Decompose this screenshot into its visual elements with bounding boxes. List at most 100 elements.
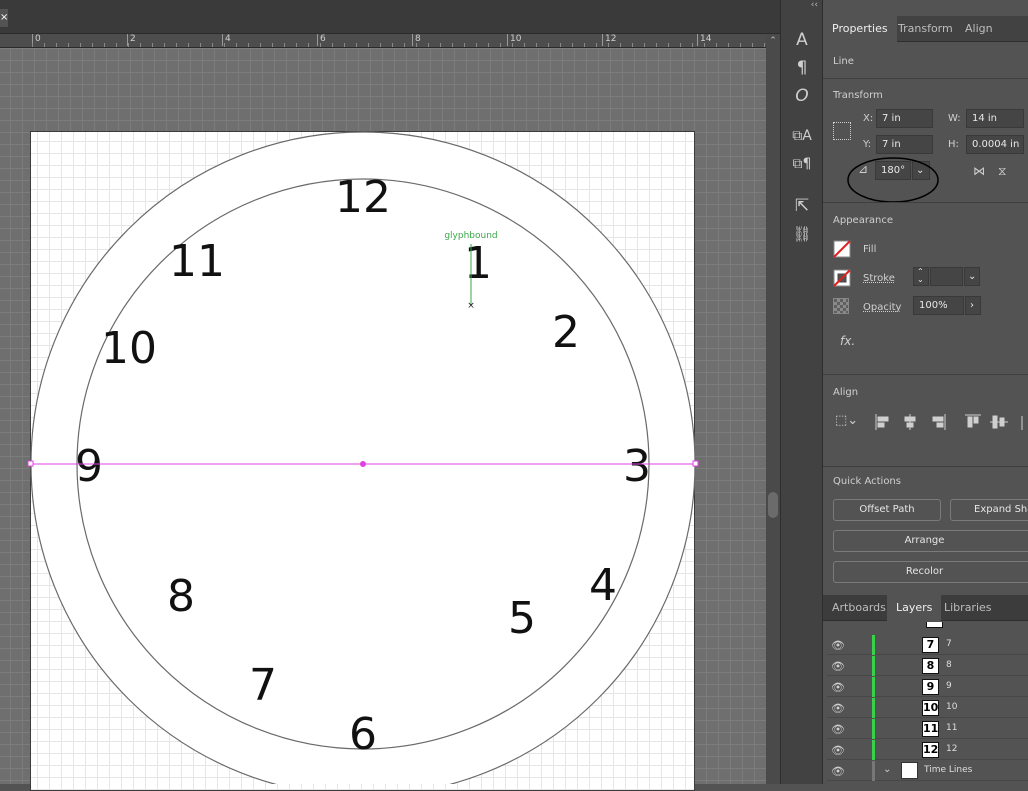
visibility-eye-icon[interactable]: 👁 bbox=[831, 702, 845, 715]
clock-number-10[interactable]: 10 bbox=[101, 323, 157, 374]
layer-row[interactable]: 👁 99 bbox=[827, 677, 1028, 697]
links-icon[interactable]: ⛓ bbox=[789, 222, 815, 246]
layers-list[interactable]: 👁 77 👁 88 👁 99 👁 10 10 👁 11 11 👁 12 12 👁 ⌄ … bbox=[827, 622, 1028, 784]
visibility-eye-icon[interactable]: 👁 bbox=[831, 765, 845, 778]
group-layer-name[interactable]: Time Lines bbox=[924, 765, 972, 775]
width-field[interactable]: 14 in bbox=[966, 109, 1024, 128]
ruler-minor-tick bbox=[188, 43, 189, 47]
stroke-weight-dropdown[interactable]: ⌄ bbox=[964, 267, 980, 286]
layer-row[interactable]: 👁 88 bbox=[827, 656, 1028, 676]
selection-handle-right[interactable] bbox=[692, 460, 699, 467]
clock-number-3[interactable]: 3 bbox=[623, 441, 651, 492]
ruler-minor-tick bbox=[344, 43, 345, 47]
layer-thumbnail-partial bbox=[926, 622, 943, 628]
collapse-panels-button[interactable]: ‹‹ bbox=[781, 0, 824, 14]
visibility-eye-icon[interactable]: 👁 bbox=[831, 681, 845, 694]
layer-name[interactable]: 7 bbox=[946, 639, 952, 649]
ruler-minor-tick bbox=[272, 43, 273, 47]
align-top-icon[interactable] bbox=[965, 414, 981, 428]
ruler-minor-tick bbox=[560, 43, 561, 47]
align-vertical-center-icon[interactable] bbox=[990, 415, 1008, 429]
character-styles-icon[interactable]: ⧉A bbox=[789, 124, 815, 148]
clock-number-1[interactable]: 1 bbox=[464, 238, 492, 289]
flip-vertical-icon[interactable]: ⧖ bbox=[998, 164, 1006, 179]
opacity-icon bbox=[833, 298, 849, 314]
scroll-up-arrow[interactable]: ⌃ bbox=[766, 34, 780, 48]
clock-number-9[interactable]: 9 bbox=[75, 441, 103, 492]
tab-libraries[interactable]: Libraries bbox=[935, 595, 1001, 621]
selection-center-point[interactable] bbox=[360, 461, 366, 467]
opacity-label[interactable]: Opacity bbox=[863, 302, 901, 313]
horizontal-ruler[interactable]: 0 2 4 6 8 10 12 14 bbox=[0, 34, 766, 48]
stroke-weight-stepper[interactable]: ⌃ ⌄ bbox=[913, 267, 929, 286]
layer-name[interactable]: 9 bbox=[946, 681, 952, 691]
x-position-field[interactable]: 7 in bbox=[876, 109, 933, 128]
offset-path-button[interactable]: Offset Path bbox=[833, 499, 941, 521]
layer-name[interactable]: 8 bbox=[946, 660, 952, 670]
ruler-tick-label: 6 bbox=[317, 34, 326, 46]
tab-properties[interactable]: Properties bbox=[823, 16, 897, 42]
ruler-minor-tick bbox=[656, 43, 657, 47]
visibility-eye-icon[interactable]: 👁 bbox=[831, 639, 845, 652]
clock-number-5[interactable]: 5 bbox=[508, 593, 536, 644]
ruler-minor-tick bbox=[296, 43, 297, 47]
layer-row[interactable]: 👁 77 bbox=[827, 635, 1028, 655]
character-panel-icon[interactable]: A bbox=[789, 28, 815, 52]
recolor-button[interactable]: Recolor bbox=[833, 561, 1028, 583]
visibility-eye-icon[interactable]: 👁 bbox=[831, 723, 845, 736]
clock-number-2[interactable]: 2 bbox=[552, 307, 580, 358]
align-left-icon[interactable] bbox=[875, 414, 889, 430]
opentype-panel-icon[interactable]: O bbox=[789, 84, 815, 108]
layer-name[interactable]: 12 bbox=[946, 744, 957, 754]
scrollbar-thumb[interactable] bbox=[768, 492, 778, 518]
align-to-dropdown-icon[interactable]: ⬚⌄ bbox=[835, 413, 858, 428]
document-tab-close-button[interactable]: × bbox=[0, 9, 8, 27]
layer-name[interactable]: 10 bbox=[946, 702, 957, 712]
opacity-menu-arrow[interactable]: › bbox=[965, 296, 981, 315]
vertical-scrollbar[interactable] bbox=[766, 48, 780, 784]
tab-layers[interactable]: Layers bbox=[887, 595, 942, 621]
flip-horizontal-icon[interactable]: ⋈ bbox=[973, 164, 985, 178]
height-field[interactable]: 0.0004 in bbox=[966, 135, 1024, 154]
clock-number-4[interactable]: 4 bbox=[589, 560, 617, 611]
tab-align[interactable]: Align bbox=[956, 16, 1002, 42]
ruler-minor-tick bbox=[332, 43, 333, 47]
expand-shape-button[interactable]: Expand Shape bbox=[950, 499, 1028, 521]
layer-row[interactable]: 👁 12 12 bbox=[827, 740, 1028, 760]
ruler-minor-tick bbox=[536, 43, 537, 47]
clock-number-11[interactable]: 11 bbox=[169, 236, 225, 287]
ruler-minor-tick bbox=[68, 43, 69, 47]
clock-number-7[interactable]: 7 bbox=[249, 660, 277, 711]
layer-row[interactable]: 👁 10 10 bbox=[827, 698, 1028, 718]
clock-number-6[interactable]: 6 bbox=[349, 709, 377, 760]
effects-icon[interactable]: fx. bbox=[840, 334, 855, 348]
tab-artboards[interactable]: Artboards bbox=[823, 595, 895, 621]
paragraph-panel-icon[interactable]: ¶ bbox=[789, 56, 815, 80]
expand-chevron-icon[interactable]: ⌄ bbox=[883, 764, 891, 775]
reference-point-icon[interactable] bbox=[833, 122, 851, 140]
ruler-minor-tick bbox=[752, 43, 753, 47]
stroke-label[interactable]: Stroke bbox=[863, 273, 895, 284]
stroke-swatch-icon[interactable] bbox=[833, 269, 851, 287]
layer-thumbnail: 7 bbox=[922, 637, 939, 653]
visibility-eye-icon[interactable]: 👁 bbox=[831, 660, 845, 673]
group-layer-row[interactable]: 👁 ⌄ Time Lines bbox=[827, 761, 1028, 781]
align-horizontal-center-icon[interactable] bbox=[904, 414, 916, 430]
stroke-weight-field[interactable] bbox=[930, 267, 963, 286]
tab-transform[interactable]: Transform bbox=[889, 16, 962, 42]
visibility-eye-icon[interactable]: 👁 bbox=[831, 744, 845, 757]
layer-row[interactable]: 👁 11 11 bbox=[827, 719, 1028, 739]
ruler-minor-tick bbox=[56, 43, 57, 47]
export-icon[interactable]: ⇱ bbox=[789, 194, 815, 218]
paragraph-styles-icon[interactable]: ⧉¶ bbox=[789, 152, 815, 176]
layer-name[interactable]: 11 bbox=[946, 723, 957, 733]
y-position-field[interactable]: 7 in bbox=[876, 135, 933, 154]
align-right-icon[interactable] bbox=[932, 414, 946, 430]
selection-handle-left[interactable] bbox=[27, 460, 34, 467]
clock-number-12[interactable]: 12 bbox=[335, 172, 391, 223]
opacity-field[interactable]: 100% bbox=[913, 296, 964, 315]
arrange-button[interactable]: Arrange bbox=[833, 530, 1028, 552]
ruler-minor-tick bbox=[152, 43, 153, 47]
clock-number-8[interactable]: 8 bbox=[167, 571, 195, 622]
fill-swatch-icon[interactable] bbox=[833, 240, 851, 258]
